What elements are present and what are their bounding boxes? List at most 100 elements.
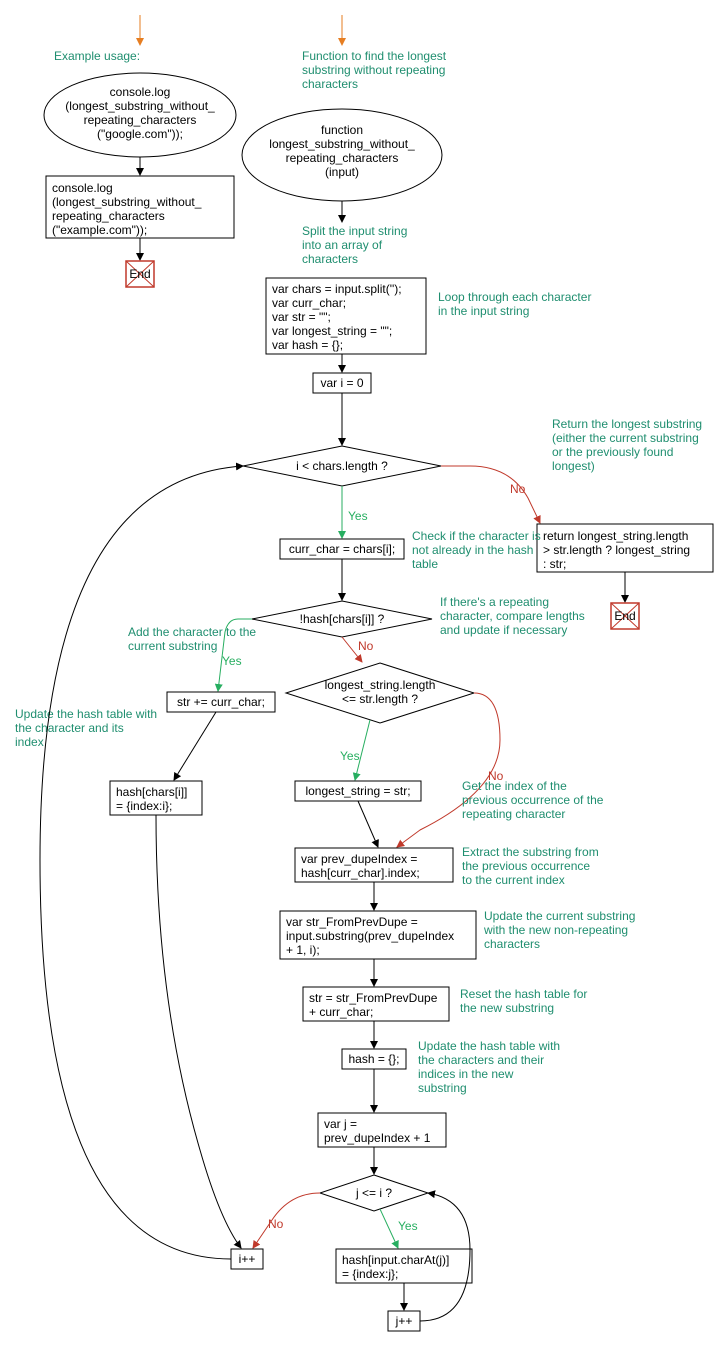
node-example-log2-l4: ("example.com")); — [52, 223, 147, 237]
node-end-left: End — [126, 261, 154, 287]
node-example-log2-l1: console.log — [52, 181, 113, 195]
comment-getidx-l3: repeating character — [462, 807, 565, 821]
node-var-j-l2: prev_dupeIndex + 1 — [324, 1131, 431, 1145]
node-str-from-l3: + 1, i); — [286, 943, 320, 957]
node-example-log1-l1: console.log — [110, 85, 171, 99]
comment-split-l1: Split the input string — [302, 224, 407, 238]
node-curr-char-text: curr_char = chars[i]; — [289, 542, 395, 556]
comment-updnew-l1: Update the hash table with — [418, 1039, 560, 1053]
node-hash-set-l1: hash[chars[i]] — [116, 785, 187, 799]
comment-func-l1: Function to find the longest — [302, 49, 447, 63]
decision-i-len-text: i < chars.length ? — [296, 459, 388, 473]
node-jpp-text: j++ — [395, 1314, 413, 1328]
edge-no — [397, 693, 500, 847]
comment-check-l3: table — [412, 557, 438, 571]
edge — [358, 801, 378, 847]
node-str-from-l1: var str_FromPrevDupe = — [286, 915, 418, 929]
comment-ret-l4: longest) — [552, 459, 595, 473]
comment-repeat-l2: character, compare lengths — [440, 609, 585, 623]
comment-split-l3: characters — [302, 252, 358, 266]
node-return-l1: return longest_string.length — [543, 529, 688, 543]
comment-updhash-l3: index — [15, 735, 44, 749]
comment-updcurr-l2: with the new non-repeating — [483, 923, 628, 937]
node-str-set-l2: + curr_char; — [309, 1005, 373, 1019]
comment-updnew-l3: indices in the new — [418, 1067, 514, 1081]
node-example-log1-l3: repeating_characters — [84, 113, 197, 127]
node-longest-set-text: longest_string = str; — [305, 784, 410, 798]
label-no-2: No — [358, 639, 374, 653]
comment-updnew-l4: substring — [418, 1081, 467, 1095]
node-return-l3: : str; — [543, 557, 566, 571]
edge — [174, 712, 216, 780]
node-str-plus-text: str += curr_char; — [177, 695, 265, 709]
comment-repeat-l1: If there's a repeating — [440, 595, 549, 609]
label-yes-4: Yes — [398, 1219, 418, 1233]
node-var-i-text: var i = 0 — [320, 376, 363, 390]
node-example-log2-l2: (longest_substring_without_ — [52, 195, 202, 209]
node-str-from-l2: input.substring(prev_dupeIndex — [286, 929, 454, 943]
node-vars-l2: var curr_char; — [272, 296, 346, 310]
flowchart-diagram: Example usage: console.log (longest_subs… — [0, 0, 728, 1364]
label-yes-2: Yes — [222, 654, 242, 668]
comment-check-l1: Check if the character is — [412, 529, 541, 543]
comment-ret-l1: Return the longest substring — [552, 417, 702, 431]
comment-updcurr-l1: Update the current substring — [484, 909, 635, 923]
node-prev-dupe-l1: var prev_dupeIndex = — [301, 852, 417, 866]
label-no-4: No — [268, 1217, 284, 1231]
end-label-right: End — [614, 609, 635, 623]
node-prev-dupe-l2: hash[curr_char].index; — [301, 866, 420, 880]
node-example-log1-l4: ("google.com")); — [97, 127, 183, 141]
node-function-l1: function — [321, 123, 363, 137]
node-hash-j-l1: hash[input.charAt(j)] — [342, 1253, 449, 1267]
decision-hash-text: !hash[chars[i]] ? — [300, 612, 385, 626]
node-ipp-text: i++ — [239, 1252, 256, 1266]
comment-split-l2: into an array of — [302, 238, 383, 252]
comment-extract-l3: to the current index — [462, 873, 565, 887]
node-end-right: End — [611, 603, 639, 629]
label-yes-3: Yes — [340, 749, 360, 763]
label-yes-1: Yes — [348, 509, 368, 523]
edge-no — [253, 1193, 320, 1248]
comment-check-l2: not already in the hash — [412, 543, 533, 557]
comment-repeat-l3: and update if necessary — [440, 623, 567, 637]
comment-updcurr-l3: characters — [484, 937, 540, 951]
node-example-log1-l2: (longest_substring_without_ — [65, 99, 215, 113]
comment-getidx-l2: previous occurrence of the — [462, 793, 604, 807]
comment-func-l2: substring without repeating — [302, 63, 445, 77]
edge-loop-i — [40, 466, 243, 1259]
node-vars-l1: var chars = input.split(''); — [272, 282, 402, 296]
comment-loop-l1: Loop through each character — [438, 290, 591, 304]
comment-extract-l1: Extract the substring from — [462, 845, 599, 859]
node-function-l2: longest_substring_without_ — [269, 137, 415, 151]
comment-updhash-l2: the character and its — [15, 721, 124, 735]
end-label-left: End — [129, 267, 150, 281]
comment-updhash-l1: Update the hash table with — [15, 707, 157, 721]
decision-len-le-l2: <= str.length ? — [342, 692, 418, 706]
node-hash-set-l2: = {index:i}; — [116, 799, 172, 813]
comment-updnew-l2: the characters and their — [418, 1053, 544, 1067]
decision-j-le-text: j <= i ? — [355, 1186, 392, 1200]
node-hash-reset-text: hash = {}; — [348, 1052, 399, 1066]
comment-reset-l2: the new substring — [460, 1001, 554, 1015]
edge-hashset-ipp — [156, 815, 241, 1248]
label-no-1: No — [510, 482, 526, 496]
node-return-l2: > str.length ? longest_string — [543, 543, 690, 557]
comment-getidx-l1: Get the index of the — [462, 779, 567, 793]
comment-add-l1: Add the character to the — [128, 625, 256, 639]
comment-loop-l2: in the input string — [438, 304, 529, 318]
decision-len-le-l1: longest_string.length — [325, 678, 436, 692]
node-var-j-l1: var j = — [324, 1117, 357, 1131]
comment-example-usage: Example usage: — [54, 49, 140, 63]
node-function-l3: repeating_characters — [286, 151, 399, 165]
node-vars-l5: var hash = {}; — [272, 338, 343, 352]
comment-ret-l3: or the previously found — [552, 445, 673, 459]
node-function-l4: (input) — [325, 165, 359, 179]
comment-extract-l2: the previous occurrence — [462, 859, 590, 873]
node-vars-l3: var str = ""; — [272, 310, 331, 324]
comment-ret-l2: (either the current substring — [552, 431, 699, 445]
node-example-log2-l3: repeating_characters — [52, 209, 165, 223]
node-hash-j-l2: = {index:j}; — [342, 1267, 398, 1281]
edge-yes — [380, 1209, 398, 1248]
node-vars-l4: var longest_string = ""; — [272, 324, 392, 338]
comment-add-l2: current substring — [128, 639, 217, 653]
